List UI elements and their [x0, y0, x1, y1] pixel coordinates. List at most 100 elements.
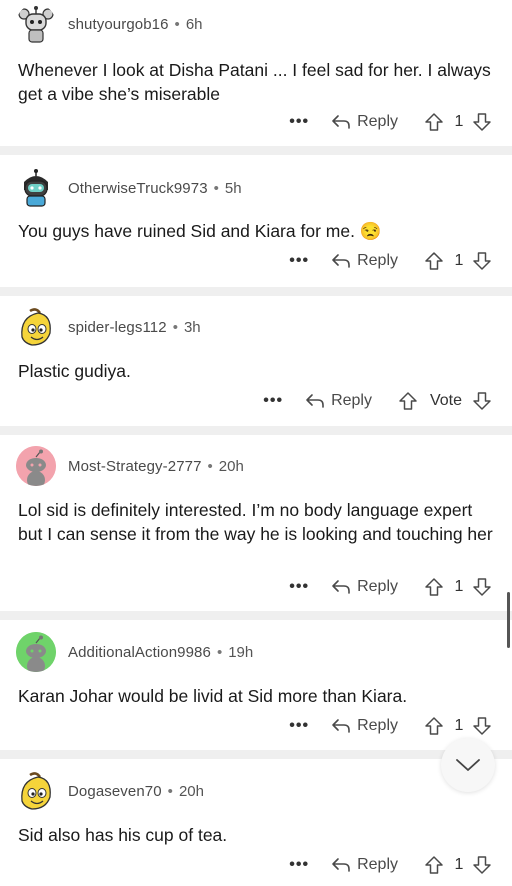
- comment-actions: ••• Reply Vote: [263, 387, 492, 415]
- comment-separator: [0, 146, 512, 155]
- comment-body: Sid also has his cup of tea.: [18, 825, 228, 845]
- comment-actions: ••• Reply 1: [289, 851, 492, 879]
- user-avatar[interactable]: [16, 771, 56, 811]
- comment-actions: ••• Reply 1: [289, 247, 492, 275]
- meta-separator: •: [207, 457, 213, 475]
- vote-count: 1: [454, 856, 464, 873]
- reply-label: Reply: [357, 252, 398, 269]
- vote-control: 1: [424, 855, 492, 875]
- comment-header: shutyourgob16 • 6h: [16, 2, 203, 46]
- downvote-icon[interactable]: [472, 577, 492, 597]
- comment-header: spider-legs112 • 3h: [16, 305, 201, 349]
- comment-header: Most-Strategy-2777 • 20h: [16, 444, 244, 488]
- upvote-icon[interactable]: [424, 251, 444, 271]
- meta-separator: •: [174, 15, 180, 33]
- username[interactable]: spider-legs112: [68, 319, 167, 336]
- comment-separator: [0, 750, 512, 759]
- reply-arrow-icon: [306, 394, 324, 408]
- jump-to-next-comment-button[interactable]: [441, 738, 495, 792]
- upvote-icon[interactable]: [424, 577, 444, 597]
- comment: spider-legs112 • 3h Plastic gudiya. ••• …: [0, 296, 512, 426]
- vote-control: 1: [424, 112, 492, 132]
- comment-age: 19h: [228, 643, 254, 661]
- downvote-icon[interactable]: [472, 112, 492, 132]
- banana-avatar-icon: [16, 307, 56, 347]
- upvote-icon[interactable]: [424, 112, 444, 132]
- comment-actions: ••• Reply 1: [289, 573, 492, 601]
- more-options-button[interactable]: •••: [289, 717, 309, 735]
- vote-label: Vote: [429, 392, 462, 409]
- reply-label: Reply: [357, 717, 398, 734]
- vote-control: Vote: [398, 391, 492, 411]
- scroll-indicator[interactable]: [507, 592, 510, 648]
- downvote-icon[interactable]: [472, 391, 492, 411]
- comment-meta: Most-Strategy-2777 • 20h: [68, 458, 244, 475]
- username[interactable]: AdditionalAction9986: [68, 644, 211, 661]
- comment-actions: ••• Reply 1: [289, 108, 492, 136]
- reply-arrow-icon: [332, 254, 350, 268]
- user-avatar[interactable]: [16, 168, 56, 208]
- meta-separator: •: [167, 782, 173, 800]
- username[interactable]: OtherwiseTruck9973: [68, 180, 208, 197]
- meta-separator: •: [213, 179, 219, 197]
- comment-header: Dogaseven70 • 20h: [16, 769, 204, 813]
- comment-meta: AdditionalAction9986 • 19h: [68, 644, 253, 661]
- username[interactable]: Most-Strategy-2777: [68, 458, 202, 475]
- reply-button[interactable]: Reply: [331, 578, 398, 596]
- comment-meta: spider-legs112 • 3h: [68, 319, 201, 336]
- comment-meta: shutyourgob16 • 6h: [68, 16, 203, 33]
- comment: shutyourgob16 • 6h Whenever I look at Di…: [0, 0, 512, 146]
- user-avatar[interactable]: [16, 446, 56, 486]
- reply-label: Reply: [357, 113, 398, 130]
- more-options-button[interactable]: •••: [289, 578, 309, 596]
- reply-button[interactable]: Reply: [331, 717, 398, 735]
- reply-button[interactable]: Reply: [331, 856, 398, 874]
- vote-count: 1: [454, 113, 464, 130]
- comment-body: Karan Johar would be livid at Sid more t…: [18, 686, 408, 706]
- username[interactable]: Dogaseven70: [68, 783, 162, 800]
- robot-avatar-icon: [16, 4, 56, 44]
- reply-button[interactable]: Reply: [305, 392, 372, 410]
- comment-age: 3h: [183, 318, 201, 336]
- comment: Dogaseven70 • 20h Sid also has his cup o…: [0, 759, 512, 886]
- downvote-icon[interactable]: [472, 855, 492, 875]
- snoo-avatar-icon: [16, 446, 56, 486]
- username[interactable]: shutyourgob16: [68, 16, 169, 33]
- meta-separator: •: [216, 643, 223, 661]
- comment-age: 20h: [218, 457, 244, 475]
- more-options-button[interactable]: •••: [289, 113, 309, 131]
- reply-arrow-icon: [332, 115, 350, 129]
- comment-body: Lol sid is definitely interested. I’m no…: [18, 500, 493, 544]
- vote-control: 1: [424, 716, 492, 736]
- more-options-button[interactable]: •••: [289, 856, 309, 874]
- vote-count: 1: [454, 717, 464, 734]
- upvote-icon[interactable]: [424, 716, 444, 736]
- upvote-icon[interactable]: [424, 855, 444, 875]
- reply-label: Reply: [331, 392, 372, 409]
- comment-header: OtherwiseTruck9973 • 5h: [16, 166, 242, 210]
- comment-body: You guys have ruined Sid and Kiara for m…: [18, 221, 382, 241]
- downvote-icon[interactable]: [472, 251, 492, 271]
- upvote-icon[interactable]: [398, 391, 418, 411]
- reply-arrow-icon: [332, 858, 350, 872]
- comment-separator: [0, 426, 512, 435]
- comment-body: Plastic gudiya.: [18, 361, 131, 381]
- vote-control: 1: [424, 251, 492, 271]
- vote-count: 1: [454, 252, 464, 269]
- comment-meta: OtherwiseTruck9973 • 5h: [68, 180, 242, 197]
- vote-control: 1: [424, 577, 492, 597]
- user-avatar[interactable]: [16, 307, 56, 347]
- more-options-button[interactable]: •••: [263, 392, 283, 410]
- reply-button[interactable]: Reply: [331, 113, 398, 131]
- user-avatar[interactable]: [16, 4, 56, 44]
- user-avatar[interactable]: [16, 632, 56, 672]
- comment: OtherwiseTruck9973 • 5h You guys have ru…: [0, 155, 512, 287]
- comment-age: 6h: [185, 15, 203, 33]
- comment-separator: [0, 611, 512, 620]
- downvote-icon[interactable]: [472, 716, 492, 736]
- more-options-button[interactable]: •••: [289, 252, 309, 270]
- reply-button[interactable]: Reply: [331, 252, 398, 270]
- reply-arrow-icon: [332, 719, 350, 733]
- chevron-down-icon: [456, 759, 480, 771]
- vote-count: 1: [454, 578, 464, 595]
